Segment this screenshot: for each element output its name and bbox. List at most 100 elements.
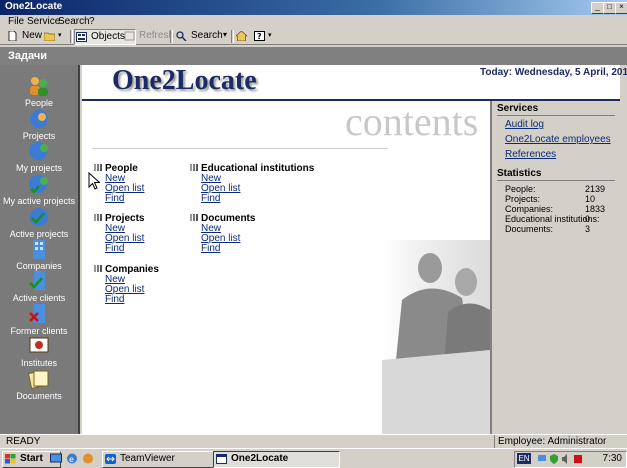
taskbar-teamviewer[interactable]: TeamViewer <box>102 451 229 468</box>
refresh-icon <box>124 31 135 41</box>
start-label: Start <box>20 453 43 464</box>
sidebar-item-label: Institutes <box>20 358 58 368</box>
institutes-icon <box>29 337 49 353</box>
sidebar-item-label: Active clients <box>12 293 66 303</box>
projects-icon <box>30 110 48 128</box>
chart-bars-icon <box>94 164 102 171</box>
teamviewer-icon <box>105 454 116 464</box>
mouse-cursor-icon <box>88 172 100 190</box>
window-title: One2Locate <box>5 1 63 12</box>
sidebar-item-label: My projects <box>15 163 62 173</box>
sidebar-item-label: People <box>24 98 54 108</box>
home-button[interactable] <box>234 29 250 43</box>
divider <box>92 148 388 149</box>
sidebar-item-active-projects[interactable]: Active projects <box>0 206 78 239</box>
chevron-down-icon: ▾ <box>58 32 62 39</box>
task-label: TeamViewer <box>120 453 175 464</box>
employees-link[interactable]: One2Locate employees <box>505 134 611 145</box>
status-text: READY <box>6 436 41 447</box>
clock: 7:30 <box>602 453 622 464</box>
stat-value: 3 <box>585 224 591 234</box>
stat-label: Companies: <box>505 204 554 214</box>
companies-icon <box>33 240 45 259</box>
search-button[interactable]: Search <box>175 29 223 43</box>
group-title-companies: Companies <box>94 264 159 275</box>
stat-value: 10 <box>585 194 596 204</box>
services-title: Services <box>497 103 539 114</box>
projects-find-link[interactable]: Find <box>105 243 124 254</box>
new-button-label: New <box>22 30 43 41</box>
stat-label: Documents: <box>505 224 554 234</box>
menu-bar: File Service Search ? <box>0 15 627 28</box>
statistics-title: Statistics <box>497 168 542 179</box>
chart-bars-icon <box>94 265 102 272</box>
ie-browser-icon[interactable]: e <box>66 453 78 464</box>
tray-app-icon[interactable] <box>573 454 583 464</box>
volume-icon[interactable] <box>561 454 571 464</box>
today-date: Today: Wednesday, 5 April, 2017 <box>480 67 627 78</box>
people-icon <box>30 77 48 96</box>
title-bar[interactable]: One2Locate _ □ × <box>0 0 627 15</box>
sidebar-item-institutes[interactable]: Institutes <box>0 335 78 368</box>
toolbar-separator <box>170 30 173 43</box>
toolbar-separator <box>70 30 73 43</box>
audit-log-link[interactable]: Audit log <box>505 119 544 130</box>
sidebar-item-active-clients[interactable]: Active clients <box>0 270 78 303</box>
search-icon <box>176 31 187 41</box>
stat-value: 2139 <box>585 184 606 194</box>
chart-bars-icon <box>190 214 198 221</box>
tasks-header: Задачи <box>0 47 627 65</box>
edu-find-link[interactable]: Find <box>201 193 220 204</box>
stat-value: 1833 <box>585 204 606 214</box>
stat-label: People: <box>505 184 536 194</box>
svg-text:?: ? <box>257 32 262 41</box>
menu-search[interactable]: Search <box>58 16 90 27</box>
sidebar-item-former-clients[interactable]: Former clients <box>0 303 78 336</box>
employee-status: Employee: Administrator <box>494 435 627 448</box>
objects-icon <box>76 32 87 42</box>
former-clients-icon <box>29 304 45 323</box>
divider <box>497 115 615 116</box>
help-icon: ? <box>254 31 265 41</box>
sidebar-item-companies[interactable]: Companies <box>0 238 78 271</box>
toolbar: New ▾ Objects Refresh Search ▾ ? ▾ <box>0 28 627 45</box>
media-player-icon[interactable] <box>82 453 94 464</box>
folder-icon <box>44 32 55 41</box>
chevron-down-icon[interactable]: ▾ <box>223 30 227 39</box>
sidebar-item-my-projects[interactable]: My projects <box>0 140 78 173</box>
sidebar-item-my-active-projects[interactable]: My active projects <box>0 173 78 206</box>
windows-logo-icon <box>5 454 16 464</box>
open-folder-button[interactable]: ▾ <box>42 29 66 43</box>
network-icon[interactable] <box>537 454 547 464</box>
documents-icon <box>27 370 49 389</box>
menu-service[interactable]: Service <box>27 16 60 27</box>
search-button-label: Search <box>191 30 223 41</box>
group-title-documents: Documents <box>190 213 255 224</box>
business-people-photo <box>382 240 490 434</box>
companies-find-link[interactable]: Find <box>105 294 124 305</box>
help-button[interactable]: ? ▾ <box>252 29 276 43</box>
stat-label: Projects: <box>505 194 541 204</box>
sidebar-item-projects[interactable]: Projects <box>0 108 78 141</box>
new-button[interactable]: New <box>6 29 42 43</box>
divider <box>497 180 615 181</box>
sidebar-item-label: My active projects <box>2 196 76 206</box>
contents-heading: contents <box>345 99 479 144</box>
menu-file[interactable]: File <box>8 16 24 27</box>
sidebar-item-documents[interactable]: Documents <box>0 368 78 401</box>
new-document-icon <box>8 31 17 41</box>
menu-help[interactable]: ? <box>89 16 95 27</box>
show-desktop-icon[interactable] <box>50 453 62 464</box>
app-logo: One2Locate <box>112 65 257 96</box>
taskbar-one2locate[interactable]: One2Locate <box>213 451 340 468</box>
documents-find-link[interactable]: Find <box>201 243 220 254</box>
sidebar-item-people[interactable]: People <box>0 75 78 108</box>
task-label: One2Locate <box>231 453 289 464</box>
people-find-link[interactable]: Find <box>105 193 124 204</box>
references-link[interactable]: References <box>505 149 556 160</box>
refresh-button[interactable]: Refresh <box>123 29 174 43</box>
my-active-projects-icon <box>29 175 48 194</box>
close-button[interactable]: × <box>615 2 627 14</box>
security-icon[interactable] <box>549 454 559 464</box>
system-tray: 7:30 <box>514 451 627 468</box>
